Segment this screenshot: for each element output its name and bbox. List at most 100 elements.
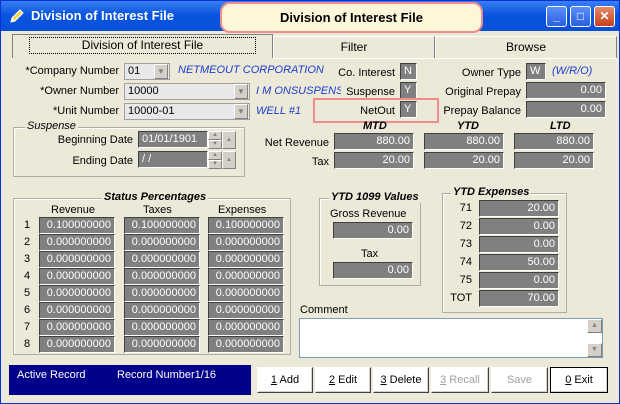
expense-value-field[interactable]: 20.00 [479, 200, 559, 217]
original-prepay-field[interactable]: 0.00 [526, 82, 606, 99]
net-revenue-ytd[interactable]: 880.00 [424, 133, 504, 150]
beginning-date-up-icon[interactable]: ▲ [208, 131, 222, 140]
add-button[interactable]: 1 Add [257, 367, 313, 393]
ytd-1099-tax-field[interactable]: 0.00 [333, 262, 413, 279]
status-row-number: 2 [24, 236, 31, 248]
taxes-pct-field[interactable]: 0.000000000 [124, 268, 200, 285]
revenue-pct-field[interactable]: 0.000000000 [39, 285, 115, 302]
net-revenue-mtd[interactable]: 880.00 [334, 133, 414, 150]
tax-mtd[interactable]: 20.00 [334, 152, 414, 169]
delete-button[interactable]: 3 Delete [373, 367, 429, 393]
unit-number-field[interactable]: 10000-01 [124, 103, 250, 120]
owner-dropdown-arrow-icon[interactable]: ▼ [234, 84, 248, 99]
pencil-icon [10, 9, 24, 23]
expense-code-label: 73 [459, 238, 472, 250]
original-prepay-label: Original Prepay [445, 86, 521, 98]
expenses-pct-field[interactable]: 0.000000000 [208, 234, 284, 251]
ending-date-up-icon[interactable]: ▲ [208, 151, 222, 160]
comment-scroll-up-icon[interactable]: ▲ [587, 319, 602, 333]
unit-dropdown-arrow-icon[interactable]: ▼ [234, 104, 248, 119]
revenue-pct-field[interactable]: 0.000000000 [39, 302, 115, 319]
prepay-balance-label: Prepay Balance [443, 105, 521, 117]
beginning-date-calendar-icon[interactable]: ▲ [222, 131, 236, 149]
expenses-pct-field[interactable]: 0.000000000 [208, 285, 284, 302]
owner-type-field[interactable]: W [526, 63, 546, 80]
status-row-number: 8 [24, 338, 31, 350]
expense-value-field[interactable]: 0.00 [479, 272, 559, 289]
expense-code-label: 72 [459, 220, 472, 232]
status-panel: Active Record Record Number1/16 [9, 365, 251, 395]
prepay-balance-field[interactable]: 0.00 [526, 101, 606, 118]
expenses-header: Expenses [218, 204, 267, 216]
beginning-date-field[interactable]: 01/01/1901 [138, 131, 208, 148]
revenue-pct-field[interactable]: 0.000000000 [39, 268, 115, 285]
taxes-pct-field[interactable]: 0.000000000 [124, 234, 200, 251]
expenses-pct-field[interactable]: 0.000000000 [208, 319, 284, 336]
expense-code-label: 74 [459, 256, 472, 268]
expenses-pct-field[interactable]: 0.100000000 [208, 217, 284, 234]
revenue-pct-field[interactable]: 0.000000000 [39, 336, 115, 353]
title-callout: Division of Interest File [220, 2, 483, 33]
expenses-pct-field[interactable]: 0.000000000 [208, 251, 284, 268]
expenses-pct-field[interactable]: 0.000000000 [208, 336, 284, 353]
expense-value-field[interactable]: 50.00 [479, 254, 559, 271]
beginning-date-down-icon[interactable]: ▼ [208, 140, 222, 149]
unit-name: WELL #1 [256, 105, 302, 117]
taxes-pct-field[interactable]: 0.000000000 [124, 285, 200, 302]
tab-browse[interactable]: Browse [435, 36, 617, 58]
company-name: NETMEOUT CORPORATION [178, 64, 324, 76]
taxes-pct-field[interactable]: 0.000000000 [124, 251, 200, 268]
suspense-flag-field[interactable]: Y [400, 82, 417, 99]
exit-button[interactable]: 0 Exit [550, 367, 608, 393]
window-title: Division of Interest File [31, 8, 175, 23]
suspense-group-title: Suspense [25, 120, 78, 132]
edit-button[interactable]: 2 Edit [315, 367, 371, 393]
comment-scroll-down-icon[interactable]: ▼ [587, 343, 602, 357]
net-revenue-ltd[interactable]: 880.00 [514, 133, 594, 150]
owner-type-label: Owner Type [461, 67, 521, 79]
expense-code-label: 71 [459, 202, 472, 214]
ytd-expenses-title: YTD Expenses [451, 186, 532, 198]
close-button[interactable]: ✕ [594, 6, 615, 27]
revenue-pct-field[interactable]: 0.000000000 [39, 251, 115, 268]
ytd-1099-title: YTD 1099 Values [329, 191, 421, 203]
tax-label: Tax [311, 156, 329, 168]
expenses-pct-field[interactable]: 0.000000000 [208, 302, 284, 319]
recall-button[interactable]: 3 Recall [431, 367, 489, 393]
taxes-pct-field[interactable]: 0.000000000 [124, 319, 200, 336]
co-interest-field[interactable]: N [400, 63, 417, 80]
expense-value-field[interactable]: 70.00 [479, 290, 559, 307]
tax-ytd[interactable]: 20.00 [424, 152, 504, 169]
gross-revenue-field[interactable]: 0.00 [333, 222, 413, 239]
app-window: Division of Interest File _ □ ✕ Division… [0, 0, 620, 404]
ending-date-field[interactable]: / / [138, 151, 208, 168]
expense-value-field[interactable]: 0.00 [479, 218, 559, 235]
owner-number-label: *Owner Number [40, 85, 119, 97]
revenue-pct-field[interactable]: 0.100000000 [39, 217, 115, 234]
ending-date-calendar-icon[interactable]: ▲ [222, 151, 236, 169]
taxes-pct-field[interactable]: 0.000000000 [124, 336, 200, 353]
tab-division-of-interest[interactable]: Division of Interest File [12, 34, 273, 58]
status-row-number: 5 [24, 287, 31, 299]
tax-ltd[interactable]: 20.00 [514, 152, 594, 169]
company-number-label: *Company Number [25, 65, 119, 77]
taxes-pct-field[interactable]: 0.000000000 [124, 302, 200, 319]
owner-number-field[interactable]: 10000 [124, 83, 250, 100]
ending-date-down-icon[interactable]: ▼ [208, 160, 222, 169]
tab-filter[interactable]: Filter [273, 36, 435, 58]
maximize-button[interactable]: □ [570, 6, 591, 27]
net-revenue-label: Net Revenue [264, 137, 329, 149]
comment-field[interactable]: ▲ ▼ [299, 318, 603, 358]
owner-type-hint: (W/R/O) [552, 65, 593, 77]
status-row-number: 7 [24, 321, 31, 333]
co-interest-label: Co. Interest [338, 67, 395, 79]
status-row-number: 3 [24, 253, 31, 265]
save-button[interactable]: Save [491, 367, 548, 393]
expense-value-field[interactable]: 0.00 [479, 236, 559, 253]
revenue-pct-field[interactable]: 0.000000000 [39, 319, 115, 336]
company-dropdown-arrow-icon[interactable]: ▼ [154, 64, 168, 79]
expenses-pct-field[interactable]: 0.000000000 [208, 268, 284, 285]
minimize-button[interactable]: _ [546, 6, 567, 27]
revenue-pct-field[interactable]: 0.000000000 [39, 234, 115, 251]
taxes-pct-field[interactable]: 0.100000000 [124, 217, 200, 234]
